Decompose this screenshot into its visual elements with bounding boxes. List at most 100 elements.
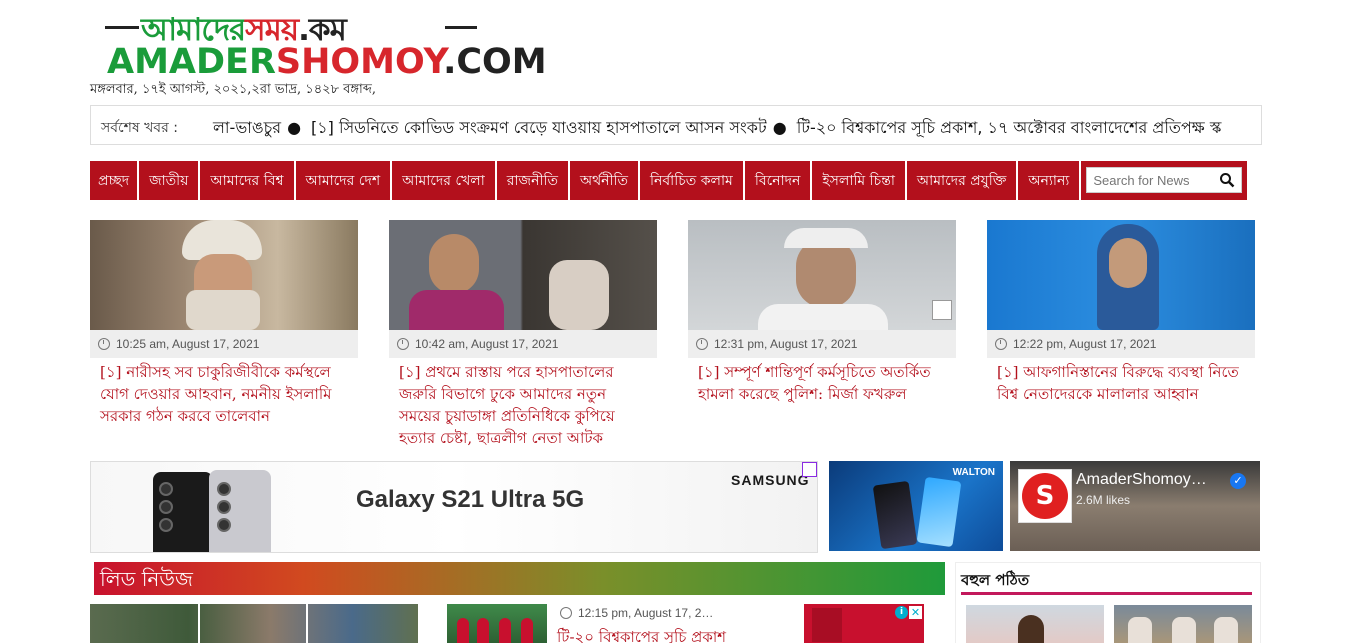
- story-title[interactable]: টি-২০ বিশ্বকাপের সূচি প্রকাশ: [557, 626, 726, 643]
- lead-news-title: লিড নিউজ: [100, 567, 193, 591]
- site-logo[interactable]: আমাদেরসময়.কম AMADERSHOMOY.COM: [105, 8, 547, 82]
- image-animal: [1128, 617, 1152, 643]
- brand-logo-icon: S: [1022, 473, 1068, 519]
- news-card-image[interactable]: [389, 220, 657, 330]
- nav-item-sports[interactable]: আমাদের খেলা: [392, 161, 497, 200]
- news-card-image[interactable]: [987, 220, 1255, 330]
- ad-phone-blue: [916, 476, 962, 548]
- logo-en-part-a: AMADER: [107, 42, 276, 82]
- search-box: [1081, 161, 1248, 200]
- ticker-item[interactable]: লা-ভাঙচুর: [213, 118, 281, 137]
- image-player: [477, 618, 489, 643]
- ad-phone-silver: [209, 470, 271, 552]
- clock-icon: [696, 338, 708, 350]
- image-player: [499, 618, 511, 643]
- verified-icon: ✓: [1230, 473, 1246, 489]
- news-card-meta: 10:42 am, August 17, 2021: [389, 330, 657, 358]
- news-card-title[interactable]: [১] প্রথমে রাস্তায় পরে হাসপাতালের জরুরি…: [389, 358, 657, 449]
- breaking-news-ticker: সর্বশেষ খবর : লা-ভাঙচুর ● [১] সিডনিতে কোভি…: [90, 105, 1262, 145]
- image-shirt: [758, 304, 888, 330]
- image-person: [549, 260, 609, 330]
- ad-phone-dark: [872, 480, 918, 550]
- clock-icon: [560, 607, 572, 619]
- page: আমাদেরসময়.কম AMADERSHOMOY.COM মঙ্গলবার,…: [0, 0, 1349, 643]
- nav-item-politics[interactable]: রাজনীতি: [496, 161, 570, 200]
- news-card-time: 12:22 pm, August 17, 2021: [1013, 337, 1157, 351]
- news-card-title[interactable]: [১] সম্পূর্ণ শান্তিপূর্ণ কর্মসূচিতে অতর্…: [688, 358, 956, 405]
- ad-phone-black: [153, 472, 213, 552]
- nav-item-national[interactable]: জাতীয়: [139, 161, 201, 200]
- nav-item-columns[interactable]: নির্বাচিত কলাম: [640, 161, 745, 200]
- most-read-thumb[interactable]: [1114, 605, 1252, 643]
- image-player: [521, 618, 533, 643]
- image-face: [796, 238, 856, 308]
- camera-icon: [217, 500, 231, 514]
- image-animal: [1172, 617, 1196, 643]
- image-face: [429, 234, 479, 294]
- ticker-item[interactable]: [১] সিডনিতে কোভিড সংক্রমণ বেড়ে যাওয়ায়…: [311, 118, 767, 137]
- date-line: মঙ্গলবার, ১৭ই আগস্ট, ২০২১,২রা ভাদ্র, ১৪২…: [90, 82, 377, 97]
- small-ad[interactable]: i ✕: [804, 604, 924, 643]
- nav-item-others[interactable]: অন্যান্য: [1018, 161, 1082, 200]
- camera-icon: [217, 482, 231, 496]
- news-card[interactable]: 12:22 pm, August 17, 2021 [১] আফগানিস্তা…: [987, 220, 1255, 405]
- news-card-image[interactable]: [90, 220, 358, 330]
- logo-english: AMADERSHOMOY.COM: [107, 42, 547, 82]
- search-input[interactable]: [1087, 168, 1216, 192]
- most-read-title: বহুল পঠিত: [961, 571, 1030, 589]
- image-hair: [784, 228, 868, 248]
- ticker-separator: ●: [287, 118, 302, 137]
- fb-page-name[interactable]: AmaderShomoy…: [1076, 471, 1207, 489]
- main-nav: প্রচ্ছদ জাতীয় আমাদের বিশ্ব আমাদের দেশ আ…: [90, 161, 1248, 200]
- news-card[interactable]: 10:42 am, August 17, 2021 [১] প্রথমে রাস…: [389, 220, 657, 449]
- nav-item-world[interactable]: আমাদের বিশ্ব: [200, 161, 296, 200]
- facebook-page-widget[interactable]: S AmaderShomoy… ✓ 2.6M likes: [1010, 461, 1260, 551]
- walton-ad-banner[interactable]: WALTON: [829, 461, 1003, 551]
- image-face: [1109, 238, 1147, 288]
- image-player: [457, 618, 469, 643]
- clock-icon: [98, 338, 110, 350]
- info-icon[interactable]: i: [895, 606, 908, 619]
- ad-graphic: [812, 608, 842, 642]
- news-card[interactable]: 12:31 pm, August 17, 2021 [১] সম্পূর্ণ শ…: [688, 220, 956, 405]
- news-card-meta: 12:31 pm, August 17, 2021: [688, 330, 956, 358]
- image-beard: [186, 290, 260, 330]
- camera-icon: [159, 518, 173, 532]
- fb-page-avatar[interactable]: S: [1018, 469, 1072, 523]
- nav-item-home[interactable]: প্রচ্ছদ: [90, 161, 140, 200]
- logo-en-part-b: SHOMOY: [275, 42, 444, 82]
- nav-item-country[interactable]: আমাদের দেশ: [295, 161, 393, 200]
- nav-item-technology[interactable]: আমাদের প্রযুক্তি: [906, 161, 1019, 200]
- most-read-rule: [961, 592, 1252, 595]
- news-card[interactable]: 10:25 am, August 17, 2021 [১] নারীসহ সব …: [90, 220, 358, 427]
- image-animal: [1214, 617, 1238, 643]
- news-card-time: 10:25 am, August 17, 2021: [116, 337, 260, 351]
- news-card-image[interactable]: [688, 220, 956, 330]
- image-divider: [306, 604, 308, 643]
- image-divider: [198, 604, 200, 643]
- search-icon[interactable]: [1219, 172, 1235, 188]
- lead-news-image[interactable]: [90, 604, 418, 643]
- ad-choices-icon[interactable]: [802, 462, 817, 477]
- story-thumb[interactable]: [447, 604, 547, 643]
- news-card-title[interactable]: [১] নারীসহ সব চাকুরিজীবীকে কর্মস্থলে যোগ…: [90, 358, 358, 427]
- news-card-title[interactable]: [১] আফগানিস্তানের বিরুদ্ধে ব্যবস্থা নিতে…: [987, 358, 1255, 405]
- image-person: [1018, 615, 1044, 643]
- news-card-time: 12:31 pm, August 17, 2021: [714, 337, 858, 351]
- lead-news-accent: [90, 562, 94, 595]
- ad-headline: Galaxy S21 Ultra 5G: [356, 486, 585, 513]
- logo-rule-left: [105, 26, 139, 29]
- most-read-thumb[interactable]: [966, 605, 1104, 643]
- ticker-item[interactable]: টি-২০ বিশ্বকাপের সূচি প্রকাশ, ১৭ অক্টোবর…: [797, 118, 1222, 137]
- nav-item-economy[interactable]: অর্থনীতি: [569, 161, 641, 200]
- close-icon[interactable]: ✕: [909, 606, 922, 619]
- logo-en-part-c: .COM: [443, 42, 547, 82]
- story-meta: 12:15 pm, August 17, 2…: [560, 606, 713, 620]
- clock-icon: [995, 338, 1007, 350]
- nav-item-entertainment[interactable]: বিনোদন: [744, 161, 813, 200]
- ticker-label: সর্বশেষ খবর :: [101, 120, 178, 136]
- logo-bangla: আমাদেরসময়.কম: [105, 8, 485, 48]
- ticker-separator: ●: [772, 118, 787, 137]
- nav-item-islamic[interactable]: ইসলামি চিন্তা: [812, 161, 907, 200]
- samsung-ad-banner[interactable]: Galaxy S21 Ultra 5G SAMSUNG: [90, 461, 818, 553]
